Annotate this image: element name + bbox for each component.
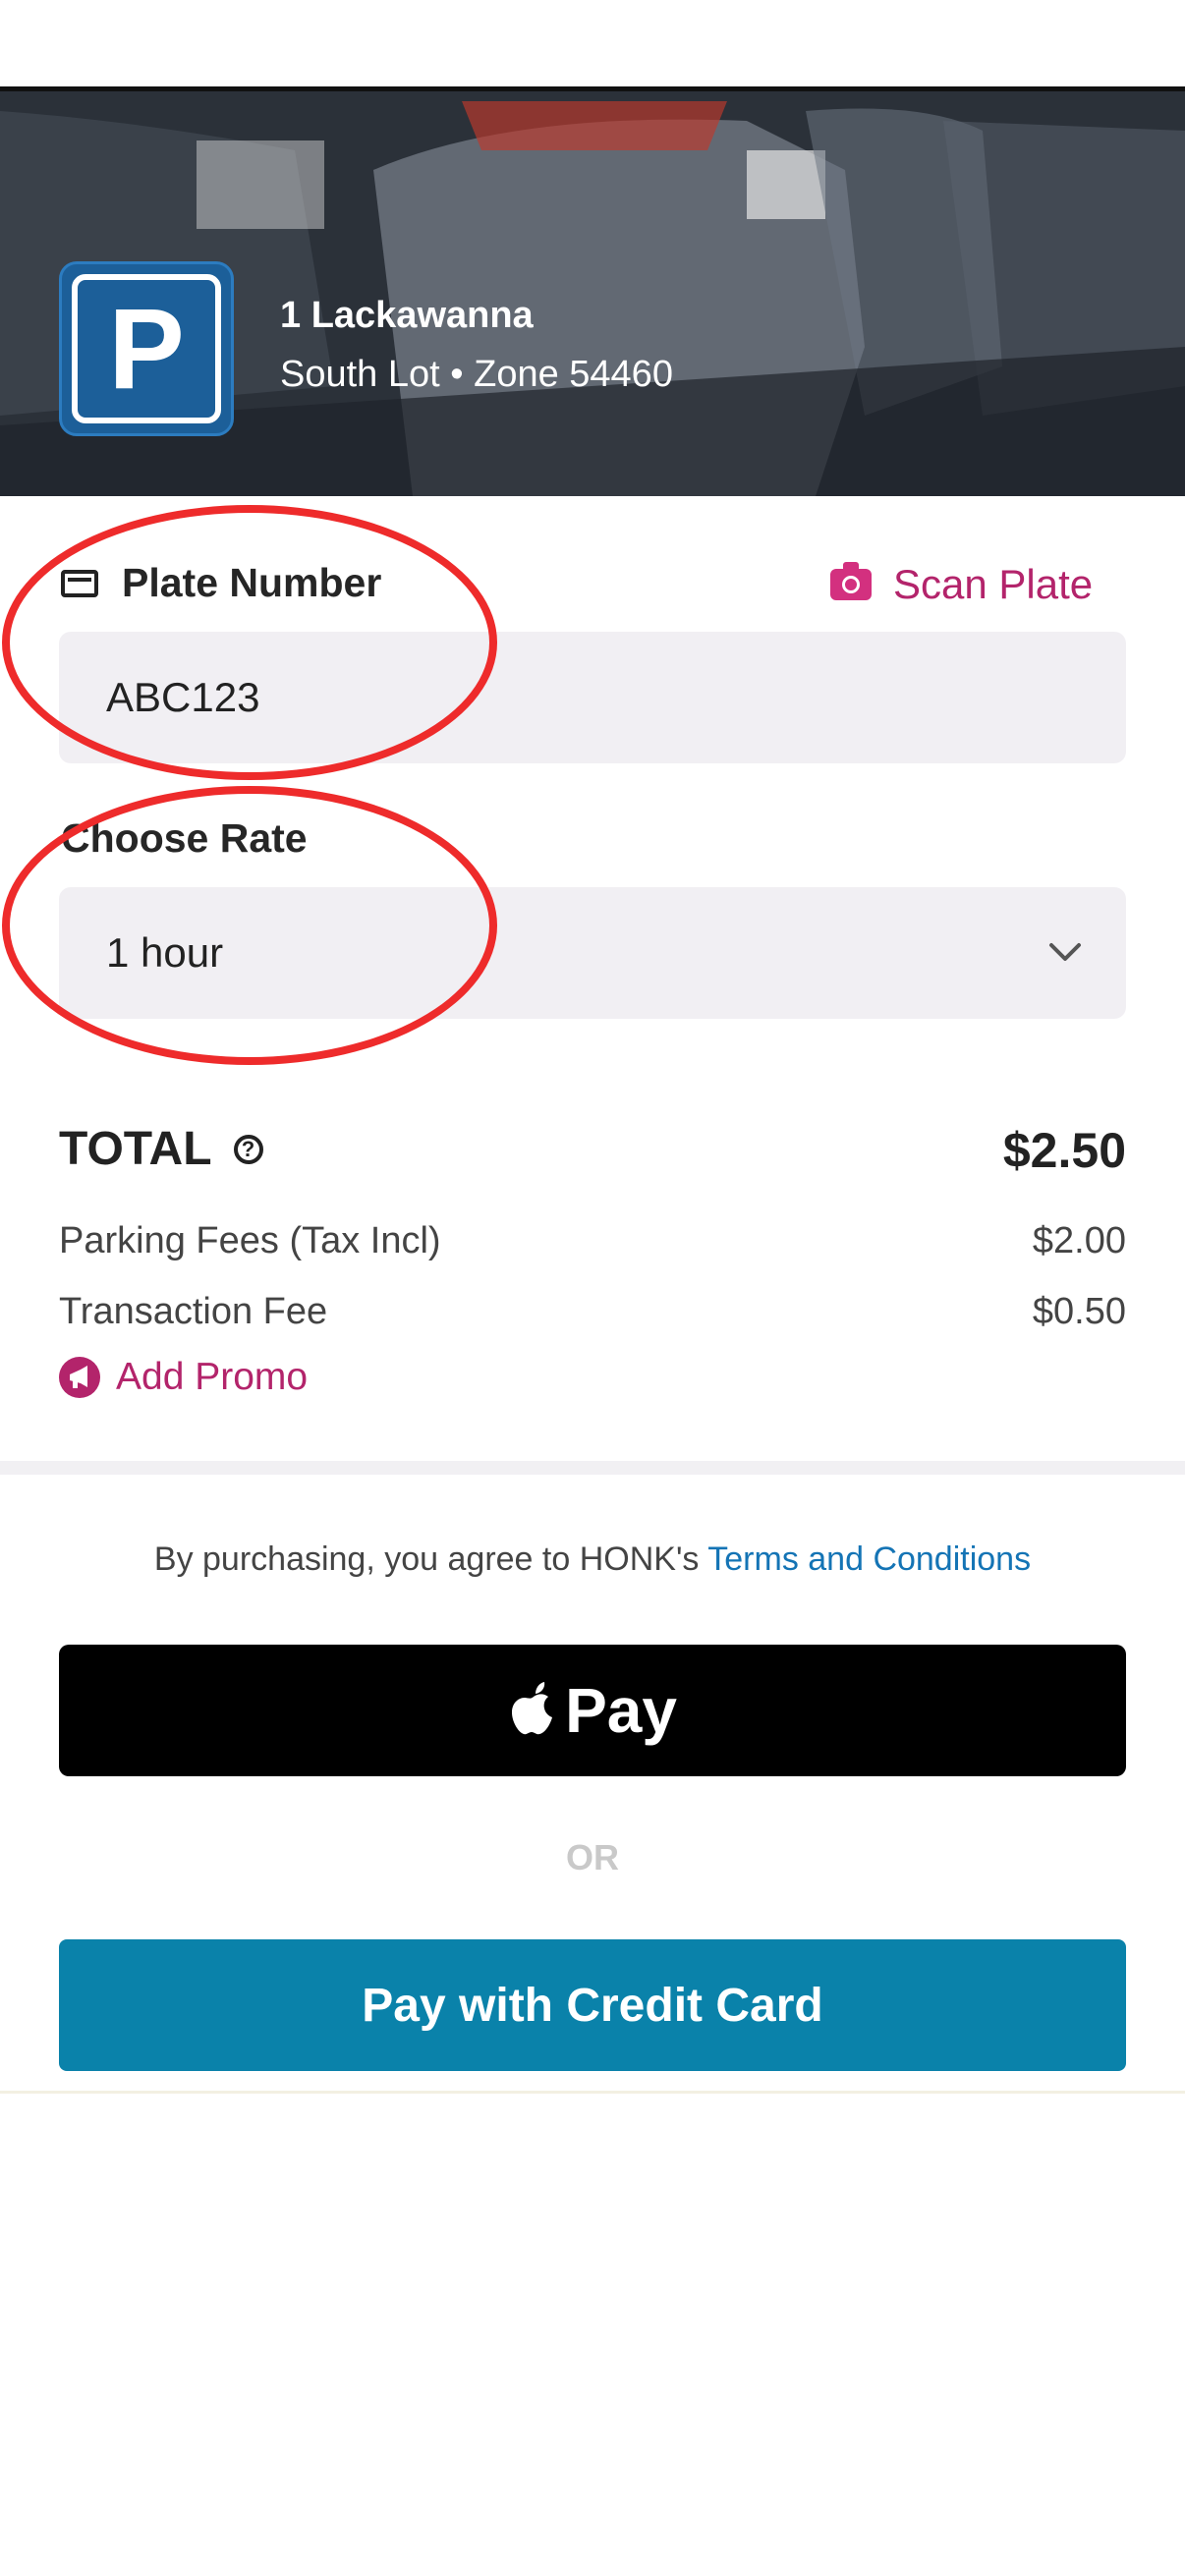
scan-plate-label: Scan Plate	[893, 561, 1094, 607]
plate-number-label-text: Plate Number	[122, 560, 382, 605]
parking-fees-value: $2.00	[1032, 1220, 1126, 1261]
plate-icon	[61, 569, 98, 597]
apple-pay-button[interactable]: Pay	[59, 1645, 1126, 1776]
add-promo-button[interactable]: Add Promo	[59, 1356, 308, 1399]
parking-logo: P	[59, 261, 234, 436]
parking-logo-letter: P	[72, 274, 221, 423]
plate-number-value: ABC123	[106, 674, 260, 720]
total-value: $2.50	[1002, 1123, 1126, 1178]
location-name: 1 Lackawanna	[280, 295, 534, 336]
parking-fees-label: Parking Fees (Tax Incl)	[59, 1220, 441, 1261]
camera-icon	[830, 562, 872, 600]
transaction-fee-value: $0.50	[1032, 1291, 1126, 1332]
total-label-text: TOTAL	[59, 1123, 212, 1175]
rate-select[interactable]: 1 hour	[59, 887, 1126, 1019]
transaction-fee-label: Transaction Fee	[59, 1291, 328, 1332]
plate-number-input[interactable]: ABC123	[59, 632, 1126, 763]
choose-rate-label: Choose Rate	[61, 815, 308, 861]
terms-link[interactable]: Terms and Conditions	[707, 1540, 1031, 1578]
location-header: P 1 Lackawanna South Lot • Zone 54460	[0, 91, 1185, 496]
plate-number-label: Plate Number	[61, 560, 381, 606]
chevron-down-icon	[1049, 943, 1081, 961]
apple-logo-icon	[512, 1682, 553, 1735]
rate-selected-value: 1 hour	[106, 929, 224, 976]
total-label: TOTAL ?	[59, 1122, 263, 1176]
scan-plate-button[interactable]: Scan Plate	[830, 561, 1093, 608]
terms-text: By purchasing, you agree to HONK's Terms…	[0, 1540, 1185, 1579]
credit-card-label: Pay with Credit Card	[362, 1979, 823, 2032]
add-promo-label: Add Promo	[116, 1356, 309, 1398]
apple-pay-label: Pay	[565, 1675, 677, 1746]
or-separator: OR	[566, 1837, 619, 1877]
megaphone-icon	[59, 1357, 100, 1398]
terms-prefix: By purchasing, you agree to HONK's	[153, 1540, 708, 1578]
help-icon[interactable]: ?	[233, 1134, 263, 1164]
bottom-divider	[0, 2091, 1185, 2094]
section-divider	[0, 1461, 1185, 1475]
pay-with-credit-card-button[interactable]: Pay with Credit Card	[59, 1939, 1126, 2071]
location-subtitle: South Lot • Zone 54460	[280, 354, 673, 395]
